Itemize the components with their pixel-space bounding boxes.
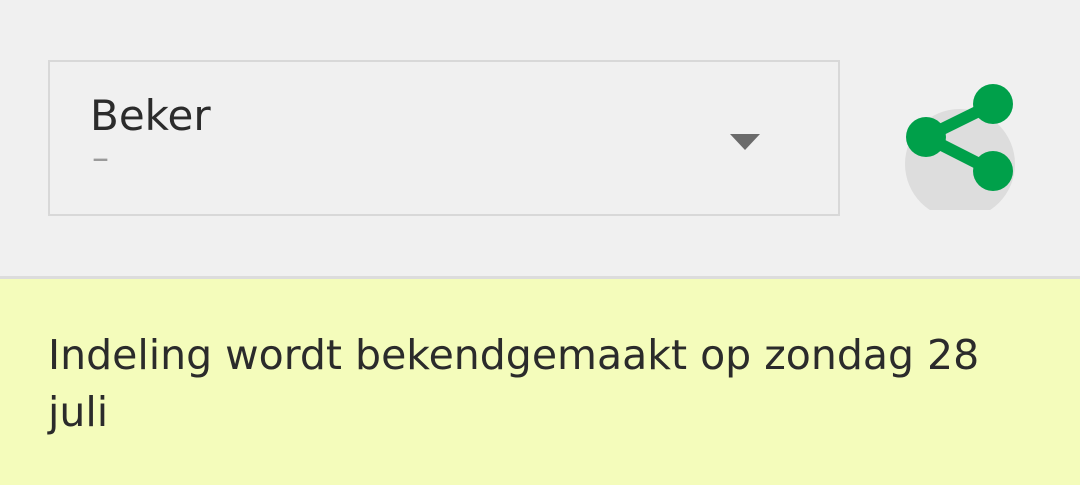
banner-message: Indeling wordt bekendgemaakt op zondag 2… <box>48 331 980 436</box>
dropdown-label: Beker <box>90 91 211 140</box>
share-icon <box>905 84 1015 210</box>
share-button[interactable] <box>900 84 1020 210</box>
chevron-down-icon <box>730 134 760 150</box>
dropdown-sub-value: – <box>92 138 109 178</box>
competition-dropdown[interactable]: Beker – <box>48 60 840 216</box>
info-banner: Indeling wordt bekendgemaakt op zondag 2… <box>0 279 1080 485</box>
